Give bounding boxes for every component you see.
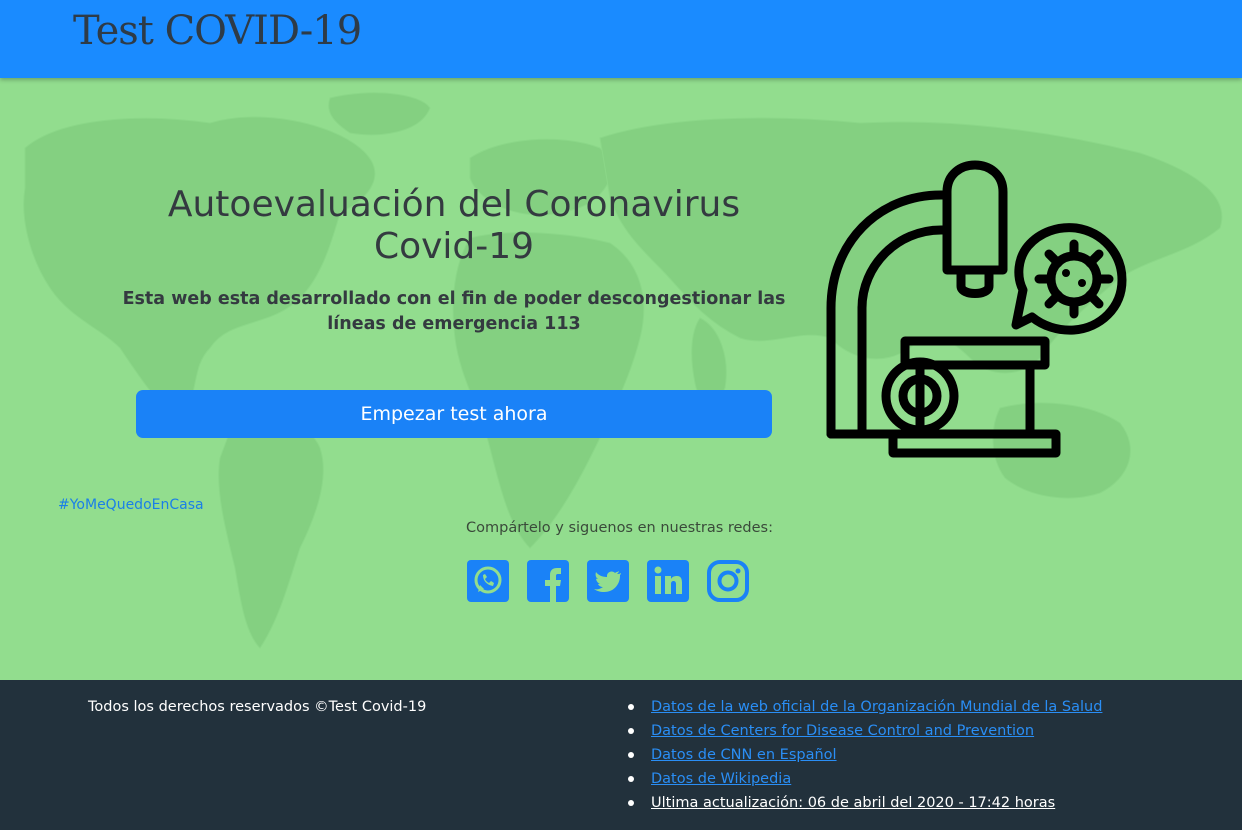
footer: Todos los derechos reservados ©Test Covi…	[0, 680, 1242, 830]
instagram-icon[interactable]	[706, 559, 750, 603]
twitter-icon[interactable]	[586, 559, 630, 603]
bullet	[628, 704, 634, 710]
start-test-button[interactable]: Empezar test ahora	[136, 390, 772, 438]
hero-section: Autoevaluación del Coronavirus Covid-19 …	[0, 78, 1242, 680]
list-item: Datos de Wikipedia	[628, 769, 1102, 793]
whatsapp-icon[interactable]	[466, 559, 510, 603]
page-subtitle: Esta web esta desarrollado con el fin de…	[120, 287, 788, 337]
brand-logo-link[interactable]: Test COVID-19	[73, 8, 362, 54]
bullet	[628, 776, 634, 782]
social-links	[466, 559, 750, 603]
list-item: Datos de CNN en Español	[628, 745, 1102, 769]
linkedin-icon[interactable]	[646, 559, 690, 603]
hashtag-link[interactable]: #YoMeQuedoEnCasa	[58, 497, 204, 513]
page-title: Autoevaluación del Coronavirus Covid-19	[167, 184, 741, 267]
share-text: Compártelo y siguenos en nuestras redes:	[466, 520, 773, 536]
source-link-cdc[interactable]: Datos de Centers for Disease Control and…	[651, 723, 1034, 739]
facebook-icon[interactable]	[526, 559, 570, 603]
emergency-number: 113	[544, 314, 581, 334]
last-update-link[interactable]: Ultima actualización: 06 de abril del 20…	[651, 795, 1055, 811]
source-link-oms[interactable]: Datos de la web oficial de la Organizaci…	[651, 699, 1102, 715]
navbar: Test COVID-19	[0, 0, 1242, 78]
bullet	[628, 728, 634, 734]
list-item: Ultima actualización: 06 de abril del 20…	[628, 793, 1102, 817]
source-link-wikipedia[interactable]: Datos de Wikipedia	[651, 771, 791, 787]
source-link-cnn[interactable]: Datos de CNN en Español	[651, 747, 837, 763]
microscope-virus-icon	[826, 160, 1127, 458]
bullet	[628, 800, 634, 806]
subtitle-text: Esta web esta desarrollado con el fin de…	[122, 289, 786, 334]
copyright-text: Todos los derechos reservados ©Test Covi…	[88, 699, 427, 715]
sources-list: Datos de la web oficial de la Organizaci…	[628, 697, 1102, 817]
list-item: Datos de Centers for Disease Control and…	[628, 721, 1102, 745]
bullet	[628, 752, 634, 758]
list-item: Datos de la web oficial de la Organizaci…	[628, 697, 1102, 721]
